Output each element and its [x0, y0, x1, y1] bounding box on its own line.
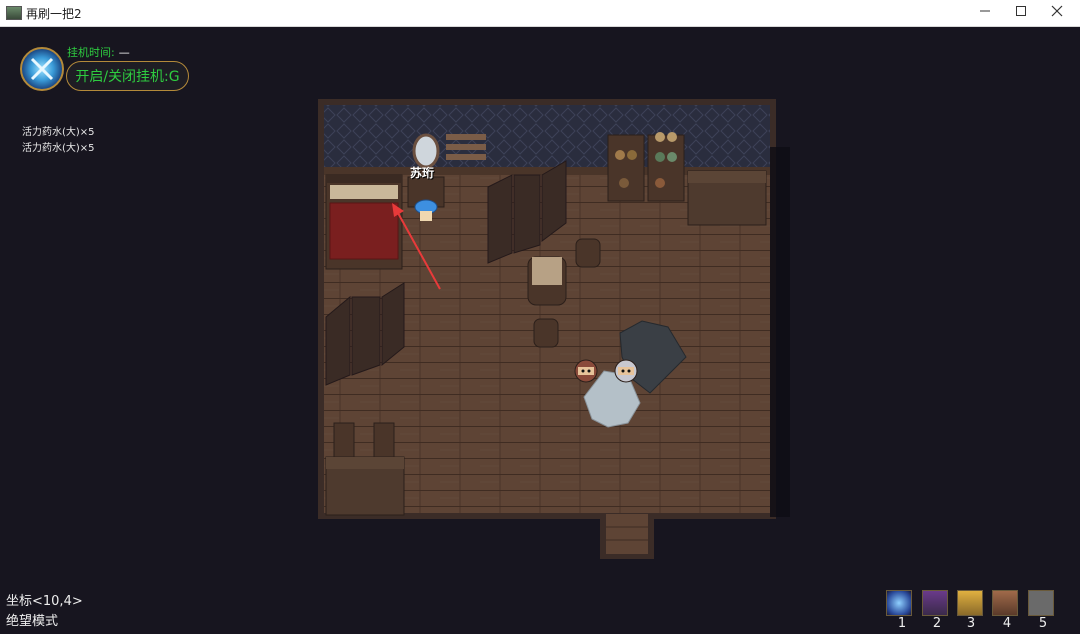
hotbar-slot-3[interactable] [957, 590, 983, 616]
hotbar-slot-1[interactable] [886, 590, 912, 616]
window-title: 再刷一把2 [26, 7, 82, 21]
bed [325, 174, 403, 270]
window-titlebar: 再刷一把2 [0, 0, 1080, 27]
npc-name-label: 苏珩 [410, 166, 435, 180]
stool-1 [575, 238, 601, 268]
hotbar-number-3: 3 [966, 616, 976, 631]
hotbar-number-2: 2 [932, 616, 942, 631]
maximize-icon [1016, 6, 1026, 16]
hotbar-number-1: 1 [897, 616, 907, 631]
maximize-button[interactable] [1004, 0, 1038, 26]
hotbar-slot-2[interactable] [922, 590, 948, 616]
hotbar-slot-4[interactable] [992, 590, 1018, 616]
minimize-icon [980, 10, 990, 12]
room-map [318, 99, 790, 559]
app-icon [6, 6, 22, 20]
wall-boards [446, 134, 486, 160]
difficulty-mode: 绝望模式 [6, 614, 59, 629]
loot-log: 活力药水(大)×5 活力药水(大)×5 [22, 125, 95, 157]
game-viewport[interactable] [0, 27, 1080, 634]
afk-orb-icon[interactable] [20, 47, 64, 91]
hotbar-number-5: 5 [1038, 616, 1048, 631]
stool-2 [533, 318, 559, 348]
afk-time-label: 挂机时间: [67, 46, 115, 59]
crossed-swords-icon [30, 57, 54, 81]
hotbar-number-4: 4 [1002, 616, 1012, 631]
afk-toggle-button[interactable]: 开启/关闭挂机:G [66, 61, 189, 91]
hotbar-slot-5[interactable] [1028, 590, 1054, 616]
player-character-2 [614, 359, 638, 383]
afk-time: 挂机时间: — [67, 44, 130, 60]
loot-entry: 活力药水(大)×5 [22, 127, 95, 138]
minimize-button[interactable] [968, 0, 1002, 26]
coordinates-readout: 坐标<10,4> [6, 594, 83, 609]
afk-time-value: — [118, 46, 130, 59]
player-character-1 [574, 359, 598, 383]
loot-entry: 活力药水(大)×5 [22, 143, 95, 154]
back-wall [324, 105, 770, 169]
close-button[interactable] [1040, 0, 1074, 26]
close-icon [1051, 5, 1063, 17]
